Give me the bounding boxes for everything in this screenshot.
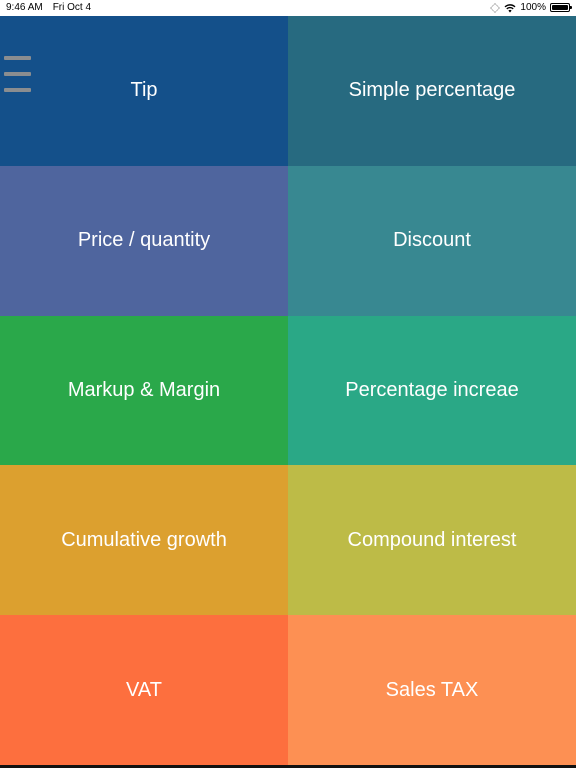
- tile-markup-margin[interactable]: Markup & Margin: [0, 315, 288, 466]
- battery-percent: 100%: [520, 2, 546, 13]
- tile-label: Price / quantity: [77, 229, 211, 252]
- tile-label: Simple percentage: [348, 79, 516, 102]
- status-time: 9:46 AM: [6, 2, 43, 13]
- calculator-grid: Tip Simple percentage Price / quantity D…: [0, 16, 576, 765]
- tile-price-quantity[interactable]: Price / quantity: [0, 165, 288, 316]
- tile-percentage-increase[interactable]: Percentage increae: [288, 315, 576, 466]
- tile-label: Cumulative growth: [61, 528, 227, 551]
- tile-vat[interactable]: VAT: [0, 615, 288, 765]
- tile-discount[interactable]: Discount: [288, 165, 576, 316]
- wifi-icon: [504, 3, 516, 12]
- tile-label: Discount: [393, 229, 471, 252]
- hamburger-menu-icon[interactable]: [4, 56, 31, 94]
- tile-label: Compound interest: [347, 528, 517, 551]
- location-icon: [490, 2, 501, 13]
- tile-cumulative-growth[interactable]: Cumulative growth: [0, 465, 288, 616]
- tile-label: Sales TAX: [385, 678, 479, 701]
- tile-label: Percentage increae: [345, 378, 519, 401]
- tile-compound-interest[interactable]: Compound interest: [288, 465, 576, 616]
- status-bar: 9:46 AM Fri Oct 4 100%: [0, 0, 576, 16]
- tile-simple-percentage[interactable]: Simple percentage: [288, 16, 576, 166]
- tile-tip[interactable]: Tip: [0, 16, 288, 166]
- tile-label: Markup & Margin: [67, 378, 221, 401]
- tile-label: VAT: [126, 678, 162, 701]
- battery-icon: [550, 3, 572, 12]
- tile-label: Tip: [130, 79, 158, 102]
- tile-sales-tax[interactable]: Sales TAX: [288, 615, 576, 765]
- status-date: Fri Oct 4: [52, 2, 92, 13]
